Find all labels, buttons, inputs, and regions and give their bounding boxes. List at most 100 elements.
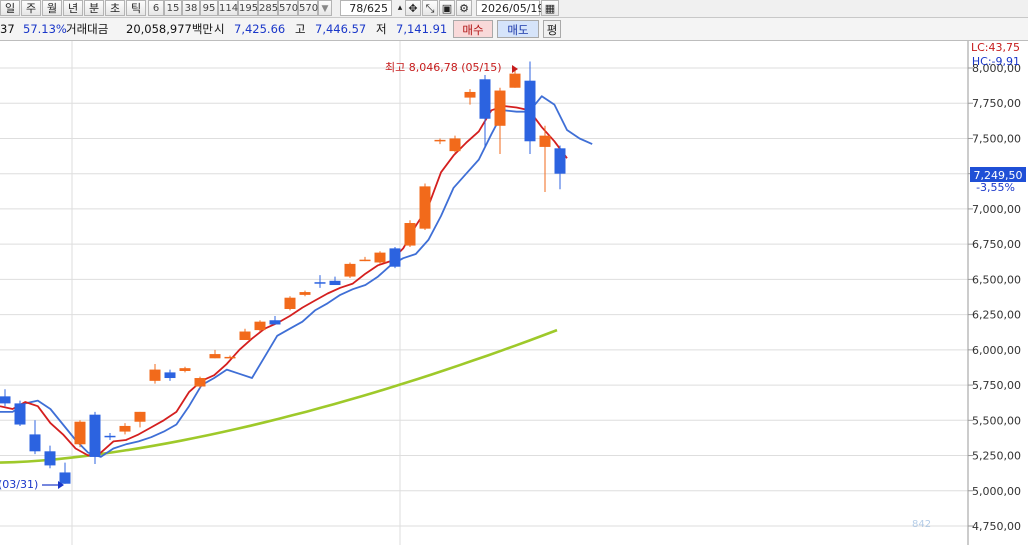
candle	[89, 411, 101, 464]
candle-body	[554, 148, 566, 174]
y-tick-label: 5,750,00	[972, 379, 1021, 392]
open-value: 7,425.66	[234, 22, 286, 36]
candle-body	[134, 411, 146, 422]
stepper-icon[interactable]: ▴	[396, 0, 404, 16]
candle-body	[539, 135, 551, 147]
candle-body	[74, 421, 86, 445]
overlay-watermark: 842	[912, 519, 931, 530]
period-second-button[interactable]: 초	[105, 0, 125, 16]
candle-body	[194, 378, 206, 387]
high-annotation: 최고 8,046,78 (05/15)	[385, 61, 502, 74]
period-month-button[interactable]: 월	[42, 0, 62, 16]
candle-body	[269, 320, 281, 325]
y-tick-label: 6,000,00	[972, 344, 1021, 357]
candle-body	[299, 292, 311, 295]
y-tick-label: 7,000,00	[972, 203, 1021, 216]
y-tick-label: 5,000,00	[972, 485, 1021, 498]
count-display: 78/625	[340, 0, 392, 16]
candle-body	[449, 138, 461, 152]
cursor-cross-icon[interactable]: ⤡	[422, 0, 438, 16]
interval-selector[interactable]: 570	[298, 0, 318, 16]
candle	[374, 251, 386, 264]
sell-button[interactable]: 매도	[497, 20, 539, 38]
candle-body	[224, 356, 236, 359]
high-label: 고	[295, 22, 306, 36]
candle-body	[464, 91, 476, 98]
candle-body	[119, 425, 131, 432]
candle-body	[314, 282, 326, 284]
candle-body	[329, 280, 341, 286]
candle	[404, 220, 416, 247]
low-value: 7,141.91	[396, 22, 448, 36]
candle-body	[359, 259, 371, 262]
candle-body	[209, 354, 221, 359]
date-input[interactable]: 2026/05/19	[476, 0, 544, 16]
period-day-button[interactable]: 일	[0, 0, 20, 16]
y-tick-label: 7,500,00	[972, 132, 1021, 145]
chevron-down-icon[interactable]: ▼	[318, 0, 332, 16]
truncated-value: 37	[0, 22, 15, 36]
candle-body	[254, 321, 266, 331]
candle-body	[59, 472, 71, 484]
interval-button[interactable]: 195	[238, 0, 258, 16]
candle	[14, 400, 26, 426]
candle-body	[344, 263, 356, 277]
candle-body	[89, 414, 101, 457]
y-tick-label: 5,500,00	[972, 414, 1021, 427]
candle	[344, 262, 356, 278]
interval-button[interactable]: 114	[218, 0, 238, 16]
change-percent: 57.13%	[23, 22, 67, 36]
candle-body	[14, 403, 26, 425]
calendar-icon[interactable]: ▦	[541, 0, 559, 16]
candle-body	[494, 90, 506, 126]
period-minute-button[interactable]: 분	[84, 0, 104, 16]
candle-body	[404, 223, 416, 246]
price-chart: 4,750,00 5,000,00 5,250,00 5,500,00 5,750,00…	[0, 41, 1026, 545]
y-tick-label: 4,750,00	[972, 520, 1021, 533]
arrows-icon[interactable]: ✥	[405, 0, 421, 16]
candle-body	[104, 435, 116, 438]
y-tick-label: 5,250,00	[972, 450, 1021, 463]
interval-button[interactable]: 6	[148, 0, 164, 16]
average-button[interactable]: 평	[543, 20, 561, 38]
volume-value: 20,058,977백만	[126, 22, 214, 36]
candle	[389, 246, 401, 269]
interval-button[interactable]: 285	[258, 0, 278, 16]
period-year-button[interactable]: 년	[63, 0, 83, 16]
buy-button[interactable]: 매수	[453, 20, 493, 38]
interval-button[interactable]: 38	[182, 0, 200, 16]
candle-body	[389, 248, 401, 267]
candle	[284, 296, 296, 311]
y-tick-label: 6,750,00	[972, 238, 1021, 251]
candle-body	[179, 368, 191, 371]
chart-toolbar: 일 주 월 년 분 초 틱 6 15 38 95 114 195 285 570…	[0, 0, 1028, 18]
candle	[419, 183, 431, 231]
period-tick-button[interactable]: 틱	[126, 0, 146, 16]
volume-label: 거래대금	[66, 22, 109, 36]
candle	[194, 376, 206, 388]
low-label: 저	[376, 22, 387, 36]
candle-body	[434, 139, 446, 142]
interval-button[interactable]: 570	[278, 0, 298, 16]
period-week-button[interactable]: 주	[21, 0, 41, 16]
y-tick-label: 6,500,00	[972, 273, 1021, 286]
legend-lc: LC:43,75	[971, 41, 1020, 54]
candle-body	[419, 186, 431, 229]
candle-body	[284, 297, 296, 309]
candle-body	[239, 331, 251, 340]
candle-body	[374, 252, 386, 263]
candle-body	[524, 80, 536, 142]
y-tick-label: 7,750,00	[972, 97, 1021, 110]
overlay-note: 842	[912, 519, 931, 530]
open-label: 시	[214, 22, 225, 36]
high-value: 7,446.57	[315, 22, 367, 36]
current-change: -3,55%	[976, 181, 1015, 194]
interval-button[interactable]: 95	[200, 0, 218, 16]
gear-icon[interactable]: ⚙	[456, 0, 472, 16]
legend-hc: HC:-9,91	[972, 55, 1020, 68]
candle-body	[479, 79, 491, 119]
low-annotation: (03/31)	[0, 478, 38, 491]
save-icon[interactable]: ▣	[439, 0, 455, 16]
y-tick-label: 6,250,00	[972, 309, 1021, 322]
interval-button[interactable]: 15	[164, 0, 182, 16]
